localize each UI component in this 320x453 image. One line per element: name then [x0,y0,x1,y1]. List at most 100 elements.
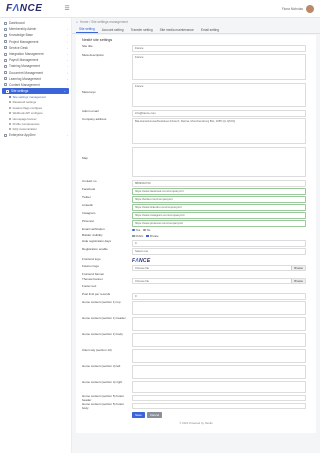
footer-copyright: © 2021 Powered by Nestlé [179,421,213,425]
favicon-file-input[interactable]: Choose file Browse [132,265,306,272]
home-icon[interactable]: ⌂ [76,20,78,24]
favicon-browse-button[interactable]: Browse [291,266,305,271]
linkedin-input[interactable]: https://www.linkedin.com/company/url [132,204,306,212]
meta-description-input[interactable]: Fiance [132,54,306,80]
meta-keys-input[interactable]: Fiance [132,83,306,107]
chevron-right-icon: › [67,133,68,138]
avatar[interactable] [306,4,314,13]
chevron-right-icon: › [67,39,68,44]
sidebar-subitem-label: FAQ customization [12,127,37,132]
visibility-checkboxes: Public Private [132,234,159,238]
bullet-icon [9,128,11,131]
sidebar-item-label: Service Desk [9,45,28,50]
tab[interactable]: Site media maintenance [157,28,197,34]
user-name: Fiona Nicholas [281,6,303,11]
sidebar-subitem-label: Feature flags configure [12,105,43,110]
hc4-textarea[interactable] [132,365,306,379]
hc2-label: Home content (section 1) header [82,316,126,320]
sidebar-item-site-settings[interactable]: Site settings ⌄ [2,88,69,95]
pinterest-input[interactable]: https://www.pinterest.com/company/url [132,220,306,228]
menu-toggle-icon[interactable]: ☰ [64,5,69,12]
breadcrumb-path[interactable]: Home / Site settings management [80,20,128,24]
module-icon [4,64,7,68]
favicon-filename: Choose file [135,265,149,270]
module-icon [4,83,7,87]
chevron-right-icon: › [67,33,68,38]
sidebar-item-label: Content Management [9,82,40,87]
linkedin-label: Linkedin [82,203,94,207]
radio-yes-label: Yes [135,228,141,232]
cancel-button[interactable]: Cancel [146,412,163,419]
checkbox-private[interactable] [146,234,149,238]
meta-description-label: Meta description [82,53,105,57]
hc1-label: Home content (section 1) top [82,300,121,304]
chevron-right-icon: › [67,76,68,81]
pinterest-label: Pinterest [82,219,94,223]
site-title-input[interactable]: Fiance [132,45,306,53]
module-icon [4,71,7,75]
user-menu[interactable]: Fiona Nicholas [281,4,314,13]
admin-email-label: Admin email [82,109,99,113]
facebook-input[interactable]: https://www.facebook.com/company/url [132,188,306,196]
hc2-textarea[interactable] [132,317,306,331]
hc1-textarea[interactable] [132,301,306,315]
admin-email-input[interactable]: info@fiance.com [132,110,306,118]
email-verification-label: Email verification [82,227,105,231]
tab-bar: Site setting Account setting Transfer sett… [72,26,320,34]
sidebar-item-label: Payroll Management [9,58,39,63]
logo-label: Frontend logo [82,257,101,261]
instagram-input[interactable]: https://www.instagram.com/company/url [132,212,306,220]
chevron-right-icon: › [67,27,68,32]
thenew-banner-file-input[interactable]: Choose file Browse [132,278,306,285]
footer-text-label: Footer text [82,284,97,288]
frontend-logo-preview: FΛNCE [132,258,150,264]
form-title: Nestlé site settings [82,38,113,42]
per-page-input[interactable]: 0 [132,293,306,301]
logo-text-rest: NCE [19,3,43,14]
tab[interactable]: Transfer setting [128,28,156,34]
hc7-textarea[interactable] [132,403,306,409]
sidebar-subitem-label: Site settings management [12,94,47,99]
thenew-banner-filename: Choose file [135,278,149,283]
reg-status-label: Registration enable [82,247,108,251]
thenew-banner-browse-button[interactable]: Browse [291,279,305,284]
bullet-icon [9,95,11,98]
hc7-label: Home content (section 5) footer body [82,402,125,410]
hc3-textarea[interactable] [132,333,306,347]
sidebar-item-enterprise[interactable]: Enterprise AppDev › [0,132,71,138]
checkbox-public[interactable] [132,234,135,238]
reg-days-input[interactable]: 0 [132,240,306,248]
sidebar: Dashboard Membership Admin › Knowledge Base… [0,18,72,453]
logo-text: F [6,3,13,14]
sidebar-subitem-label: Password settings [12,100,37,105]
reg-status-select[interactable]: Select one [132,248,306,256]
module-icon [4,77,7,81]
radio-no[interactable] [143,228,146,232]
hc5-textarea[interactable] [132,381,306,393]
module-icon [4,46,7,50]
tab[interactable]: Email setting [198,28,222,34]
hc6-textarea[interactable] [132,395,306,401]
module-icon [4,133,7,137]
tab[interactable]: Site setting [76,27,98,33]
twitter-input[interactable]: https://twitter.com/company/url [132,196,306,204]
contact-input[interactable]: 8809002720 [132,180,306,188]
chevron-right-icon: › [67,70,68,75]
sidebar-subitem-label: Profile completeness [12,121,40,126]
bullet-icon [9,122,11,125]
cta-textarea[interactable] [132,349,306,363]
radio-yes[interactable] [132,228,135,232]
sidebar-item-label: Document Management [9,70,44,75]
map-input[interactable] [132,147,306,177]
save-button[interactable]: Save [132,412,145,419]
logo-accent: Λ [12,3,20,14]
chevron-right-icon: › [67,45,68,50]
settings-icon [6,89,9,93]
hc3-label: Home content (section 1) body [82,332,123,336]
address-input[interactable]: Bal-HunterHouse/Nedstreet Fintech. Retin… [132,118,306,144]
module-icon [4,52,7,56]
hc4-label: Home content (section 4) left [82,364,121,368]
top-bar: FΛNCE ☰ Fiona Nicholas [0,0,320,18]
tab[interactable]: Account setting [99,28,127,34]
logo[interactable]: FΛNCE [6,3,42,14]
